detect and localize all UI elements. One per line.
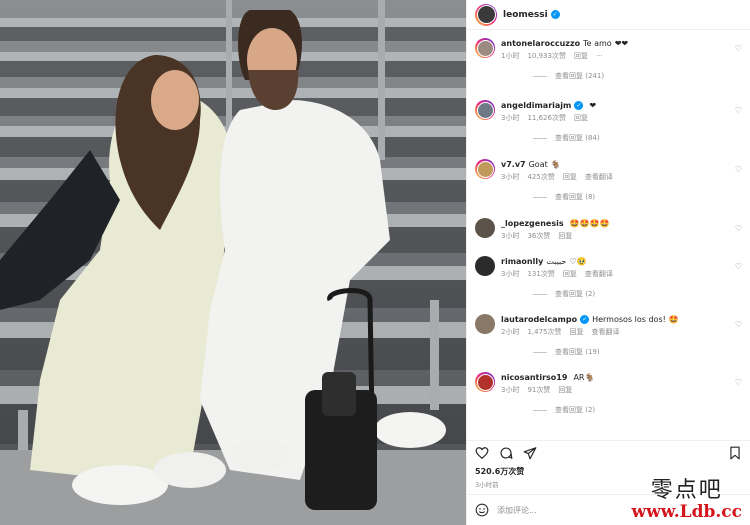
heart-outline-icon[interactable] xyxy=(475,446,489,460)
comment-more-button[interactable]: ··· xyxy=(596,51,603,62)
commenter-avatar[interactable] xyxy=(475,372,495,392)
add-comment-input[interactable]: 添加评论... xyxy=(497,505,537,516)
commenter-avatar[interactable] xyxy=(475,100,495,120)
commenter-username[interactable]: angeldimariajm xyxy=(501,101,571,110)
bookmark-icon[interactable] xyxy=(728,446,742,460)
comment-bubble-icon[interactable] xyxy=(499,446,513,460)
commenter-username[interactable]: antonelaroccuzzo xyxy=(501,39,580,48)
commenter-avatar[interactable] xyxy=(475,256,495,276)
comment-like-count[interactable]: 131次赞 xyxy=(527,269,554,280)
commenter-avatar[interactable] xyxy=(475,314,495,334)
comment-emoji: 🤩🤩🤩🤩 xyxy=(569,219,610,228)
view-replies-button[interactable]: 查看回复 (8) xyxy=(533,192,742,202)
post-author-avatar[interactable] xyxy=(475,3,497,26)
likes-count[interactable]: 520.6万次赞 xyxy=(475,466,524,477)
comment-time: 3小时 xyxy=(501,270,520,278)
commenter-username[interactable]: nicosantirso19 xyxy=(501,373,567,382)
comment-item: _lopezgenesis 🤩🤩🤩🤩 3小时 36次赞 回复 ♡ xyxy=(467,218,750,242)
comment-heart-icon[interactable]: ♡ xyxy=(735,165,742,174)
comment-emoji: ❤❤ xyxy=(614,39,629,48)
comment-item: v7.v7 Goat 🐐 3小时 425次赞 回复 查看翻译 ♡ 查看回复 (8) xyxy=(467,159,750,202)
commenter-avatar[interactable] xyxy=(475,159,495,179)
comment-heart-icon[interactable]: ♡ xyxy=(735,262,742,271)
post-actions-bar xyxy=(467,440,750,464)
comment-time: 1小时 xyxy=(501,52,520,60)
comment-time: 2小时 xyxy=(501,328,520,336)
paper-plane-icon[interactable] xyxy=(523,446,537,460)
comment-emoji: 🐐 xyxy=(550,160,561,169)
view-replies-button[interactable]: 查看回复 (84) xyxy=(533,133,742,143)
commenter-username[interactable]: rimaonlly xyxy=(501,257,543,266)
watermark-url-text: www.Ldb.cc xyxy=(631,502,742,522)
comment-time: 3小时 xyxy=(501,232,520,240)
commenter-avatar[interactable] xyxy=(475,38,495,58)
comment-reply-button[interactable]: 回复 xyxy=(563,269,577,280)
comment-emoji: ♡🥹 xyxy=(569,257,587,266)
post-photo[interactable] xyxy=(0,0,466,525)
comment-time: 3小时 xyxy=(501,173,520,181)
comment-translate-button[interactable]: 查看翻译 xyxy=(585,269,613,280)
post-header: leomessi ✓ xyxy=(467,0,750,30)
comment-emoji: ❤ xyxy=(589,101,597,110)
comment-time: 3小时 xyxy=(501,114,520,122)
comment-like-count[interactable]: 1,475次赞 xyxy=(527,327,561,338)
comment-heart-icon[interactable]: ♡ xyxy=(735,378,742,387)
comment-item: rimaonlly حبيبت ♡🥹 3小时 131次赞 回复 查看翻译 ♡ 查看回复 (2) xyxy=(467,256,750,299)
comment-heart-icon[interactable]: ♡ xyxy=(735,106,742,115)
comment-text: Te amo xyxy=(583,39,612,48)
comment-reply-button[interactable]: 回复 xyxy=(563,172,577,183)
comment-translate-button[interactable]: 查看翻译 xyxy=(592,327,620,338)
comment-emoji: AR🐐 xyxy=(573,373,595,382)
verified-badge-icon: ✓ xyxy=(574,101,584,110)
post-side-panel: leomessi ✓ antonelaroccuzzo Te amo ❤❤ 1小时 10… xyxy=(466,0,750,525)
comment-text: حبيبت xyxy=(546,257,567,266)
comment-reply-button[interactable]: 回复 xyxy=(558,385,572,396)
commenter-username[interactable]: _lopezgenesis xyxy=(501,219,564,228)
view-replies-button[interactable]: 查看回复 (2) xyxy=(533,289,742,299)
view-replies-button[interactable]: 查看回复 (19) xyxy=(533,347,742,357)
comment-heart-icon[interactable]: ♡ xyxy=(735,320,742,329)
comment-list[interactable]: antonelaroccuzzo Te amo ❤❤ 1小时 10,933次赞 回复 ···… xyxy=(467,38,750,433)
comment-emoji: 🤩 xyxy=(668,315,679,324)
commenter-avatar[interactable] xyxy=(475,218,495,238)
site-watermark: 零点吧 www.Ldb.cc xyxy=(631,478,742,522)
post-image xyxy=(0,0,466,525)
post-time: 3小时前 xyxy=(475,481,499,489)
comment-like-count[interactable]: 425次赞 xyxy=(527,172,554,183)
comment-like-count[interactable]: 91次赞 xyxy=(527,385,550,396)
smiley-icon[interactable] xyxy=(475,503,489,517)
comment-translate-button[interactable]: 查看翻译 xyxy=(585,172,613,183)
comment-reply-button[interactable]: 回复 xyxy=(574,113,588,124)
comment-heart-icon[interactable]: ♡ xyxy=(735,44,742,53)
comment-text: Goat xyxy=(528,160,548,169)
comment-heart-icon[interactable]: ♡ xyxy=(735,224,742,233)
commenter-username[interactable]: lautarodelcampo xyxy=(501,315,577,324)
comment-like-count[interactable]: 10,933次赞 xyxy=(527,51,566,62)
verified-badge-icon: ✓ xyxy=(580,315,590,324)
verified-badge-icon: ✓ xyxy=(550,10,560,19)
view-replies-button[interactable]: 查看回复 (241) xyxy=(533,71,742,81)
post-author-username[interactable]: leomessi xyxy=(503,10,548,20)
comment-like-count[interactable]: 11,626次赞 xyxy=(527,113,566,124)
comment-text: Hermosos los dos! xyxy=(592,315,666,324)
comment-item: antonelaroccuzzo Te amo ❤❤ 1小时 10,933次赞 回复 ···… xyxy=(467,38,750,81)
comment-item: lautarodelcampo ✓ Hermosos los dos! 🤩 2小时 1,4… xyxy=(467,314,750,357)
comment-like-count[interactable]: 36次赞 xyxy=(527,231,550,242)
watermark-top-text: 零点吧 xyxy=(650,478,723,503)
comment-reply-button[interactable]: 回复 xyxy=(558,231,572,242)
commenter-username[interactable]: v7.v7 xyxy=(501,160,526,169)
comment-item: angeldimariajm ✓ ❤ 3小时 11,626次赞 回复 ♡ 查看回复 (84) xyxy=(467,100,750,143)
comment-time: 3小时 xyxy=(501,386,520,394)
view-replies-button[interactable]: 查看回复 (2) xyxy=(533,405,742,415)
comment-item: nicosantirso19 AR🐐 3小时 91次赞 回复 ♡ 查看回复 (2) xyxy=(467,372,750,415)
comment-reply-button[interactable]: 回复 xyxy=(574,51,588,62)
comment-reply-button[interactable]: 回复 xyxy=(570,327,584,338)
